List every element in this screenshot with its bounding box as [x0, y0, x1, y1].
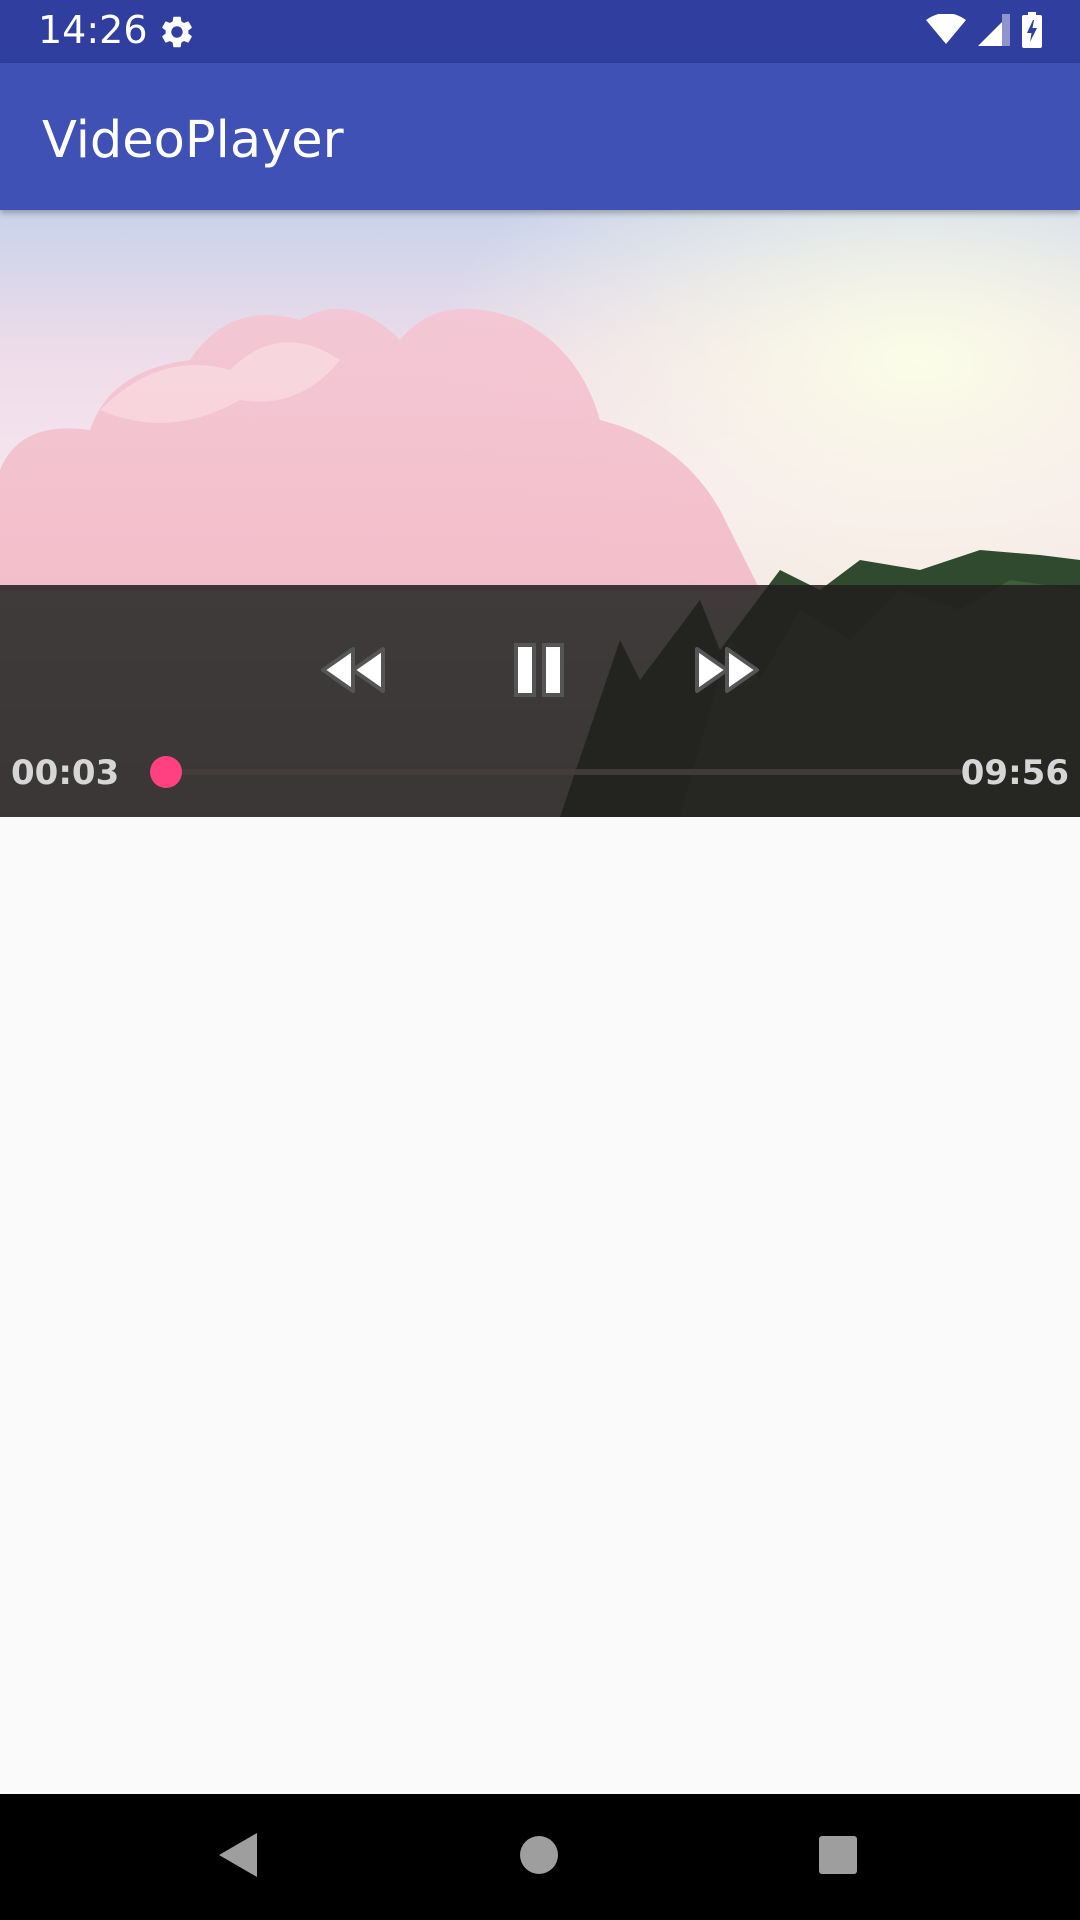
current-time: 00:03: [11, 753, 120, 793]
rewind-icon: [319, 645, 389, 700]
fast-forward-button[interactable]: [686, 637, 766, 707]
fast-forward-icon: [691, 645, 761, 700]
app-bar: VideoPlayer: [0, 63, 1080, 210]
battery-charging-icon: [1022, 11, 1042, 53]
back-button[interactable]: [209, 1827, 269, 1887]
status-bar: 14:26: [0, 0, 1080, 63]
player-controls: 00:03 09:56: [0, 585, 1080, 817]
home-icon: [519, 1835, 559, 1880]
rewind-button[interactable]: [314, 637, 394, 707]
recents-button[interactable]: [808, 1827, 868, 1887]
navigation-bar: [0, 1794, 1080, 1920]
pause-button[interactable]: [500, 637, 580, 707]
home-button[interactable]: [509, 1827, 569, 1887]
gear-icon: [158, 13, 196, 51]
total-time: 09:56: [960, 753, 1069, 793]
seek-bar[interactable]: [150, 756, 962, 788]
wifi-icon: [926, 12, 966, 51]
pause-icon: [512, 642, 568, 703]
signal-icon: [978, 13, 1010, 51]
seek-thumb[interactable]: [150, 756, 182, 788]
video-player[interactable]: 00:03 09:56: [0, 210, 1080, 817]
app-title: VideoPlayer: [42, 111, 344, 170]
status-time: 14:26: [38, 8, 148, 52]
recents-icon: [818, 1835, 858, 1880]
back-icon: [217, 1831, 261, 1884]
